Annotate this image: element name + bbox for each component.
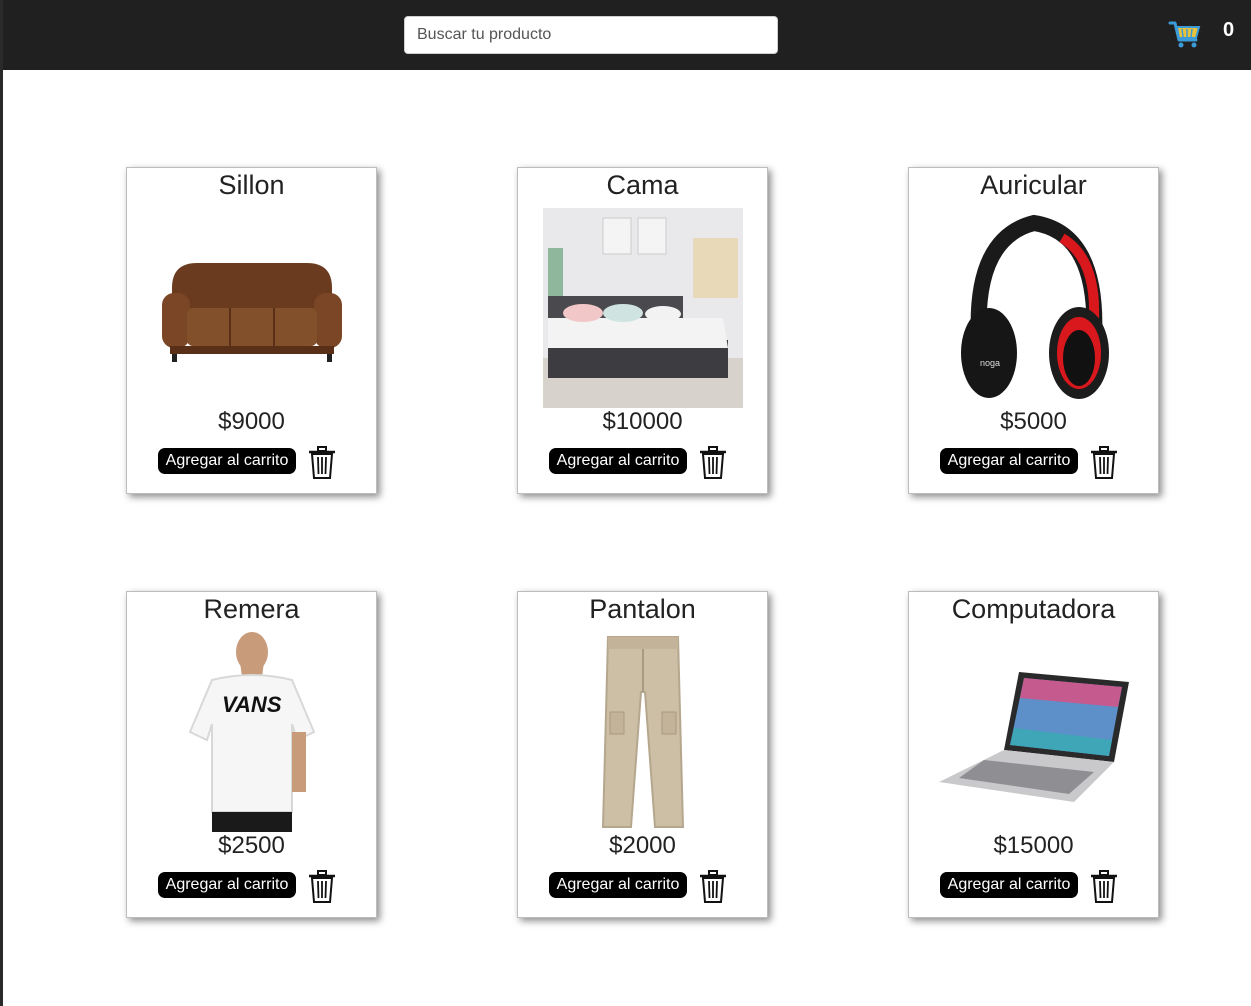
search-input[interactable] [404,16,778,54]
trash-icon[interactable] [307,870,337,904]
product-price: $5000 [1000,408,1067,435]
shopping-cart-icon[interactable] [1168,18,1202,52]
product-name: Sillon [218,170,285,200]
add-to-cart-button[interactable]: Agregar al carrito [940,448,1078,474]
svg-text:VANS: VANS [222,692,282,717]
add-to-cart-button[interactable]: Agregar al carrito [549,872,687,898]
product-price: $10000 [602,408,683,435]
product-price: $15000 [993,832,1074,859]
product-image: noga [934,208,1134,408]
trash-icon[interactable] [698,446,728,480]
product-price: $2500 [218,832,285,859]
product-card: Pantalon $2000 Agregar al carrito [517,591,768,918]
product-name: Cama [606,170,679,200]
product-image [543,208,743,408]
svg-text:noga: noga [980,358,1000,368]
product-image: VANS [152,632,352,832]
product-image [934,632,1134,832]
product-image [152,208,352,408]
add-to-cart-button[interactable]: Agregar al carrito [158,872,296,898]
top-navbar: 0 [3,0,1251,70]
product-name: Computadora [951,594,1116,624]
product-name: Auricular [980,170,1087,200]
trash-icon[interactable] [698,870,728,904]
product-card: Auricular noga $5000 Agregar al carrito [908,167,1159,494]
trash-icon[interactable] [1089,870,1119,904]
product-name: Pantalon [589,594,696,624]
trash-icon[interactable] [1089,446,1119,480]
product-name: Remera [203,594,300,624]
product-card: Remera VANS $2500 Agregar al carrito [126,591,377,918]
add-to-cart-button[interactable]: Agregar al carrito [549,448,687,474]
trash-icon[interactable] [307,446,337,480]
product-price: $9000 [218,408,285,435]
product-image [543,632,743,832]
product-card: Sillon $9000 Agregar al carrito [126,167,377,494]
cart-count-badge: 0 [1223,19,1235,41]
product-price: $2000 [609,832,676,859]
product-card: Cama $10000 Agregar al carrito [517,167,768,494]
product-card: Computadora $15000 Agregar al carrito [908,591,1159,918]
add-to-cart-button[interactable]: Agregar al carrito [940,872,1078,898]
add-to-cart-button[interactable]: Agregar al carrito [158,448,296,474]
